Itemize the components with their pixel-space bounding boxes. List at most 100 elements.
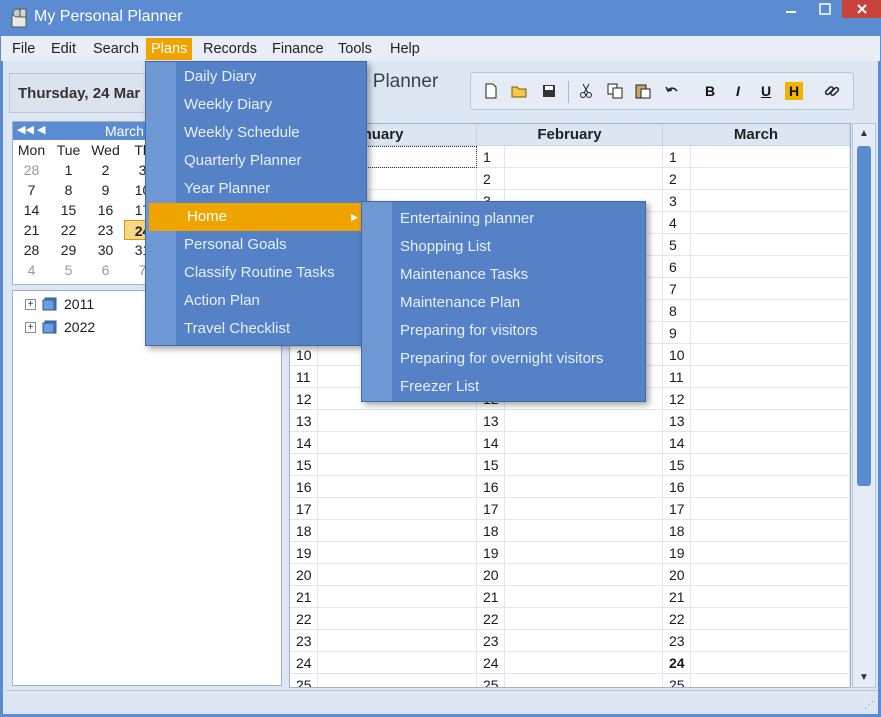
highlight-button[interactable]: H <box>785 82 803 100</box>
calendar-day[interactable]: 8 <box>50 180 87 200</box>
day-entry-cell[interactable] <box>691 454 850 476</box>
italic-button[interactable]: I <box>727 80 749 102</box>
undo-button[interactable] <box>661 80 683 102</box>
day-entry-cell[interactable] <box>318 542 477 564</box>
day-entry-cell[interactable] <box>318 454 477 476</box>
plans-menu-item[interactable]: Personal Goals <box>146 231 366 259</box>
tree-item-2011[interactable]: + 2011 <box>25 294 94 314</box>
day-entry-cell[interactable] <box>691 388 850 410</box>
day-entry-cell[interactable] <box>691 586 850 608</box>
day-entry-cell[interactable] <box>691 278 850 300</box>
home-menu-item[interactable]: Preparing for overnight visitors <box>362 345 645 373</box>
menu-search[interactable]: Search <box>88 38 144 60</box>
previous-month-icon[interactable]: ◀ <box>37 123 45 136</box>
plans-menu-item[interactable]: Travel Checklist <box>146 315 366 343</box>
plans-menu-item[interactable]: Home ▶ <box>149 203 366 231</box>
day-entry-cell[interactable] <box>691 168 850 190</box>
menu-records[interactable]: Records <box>198 38 262 60</box>
scroll-thumb[interactable] <box>857 146 871 486</box>
day-entry-cell[interactable] <box>505 630 663 652</box>
calendar-day[interactable]: 28 <box>13 240 50 260</box>
calendar-day[interactable]: 1 <box>50 160 87 180</box>
calendar-day[interactable]: 28 <box>13 160 50 180</box>
expand-icon[interactable]: + <box>25 321 36 333</box>
menu-file[interactable]: File <box>7 38 40 60</box>
calendar-day[interactable]: 2 <box>87 160 124 180</box>
new-button[interactable] <box>480 80 502 102</box>
menu-finance[interactable]: Finance <box>267 38 329 60</box>
menu-edit[interactable]: Edit <box>46 38 81 60</box>
day-entry-cell[interactable] <box>505 564 663 586</box>
day-entry-cell[interactable] <box>505 586 663 608</box>
day-entry-cell[interactable] <box>691 608 850 630</box>
day-entry-cell[interactable] <box>691 674 850 687</box>
day-entry-cell[interactable] <box>505 168 663 190</box>
save-button[interactable] <box>538 80 560 102</box>
day-entry-cell[interactable] <box>691 520 850 542</box>
plans-menu-item[interactable]: Classify Routine Tasks <box>146 259 366 287</box>
day-entry-cell[interactable] <box>691 542 850 564</box>
day-entry-cell[interactable] <box>505 608 663 630</box>
day-entry-cell[interactable] <box>691 564 850 586</box>
plans-menu-item[interactable]: Year Planner <box>146 175 366 203</box>
day-entry-cell[interactable] <box>505 674 663 687</box>
vertical-scrollbar[interactable]: ▲ ▼ <box>852 123 876 688</box>
day-entry-cell[interactable] <box>691 366 850 388</box>
calendar-day[interactable]: 16 <box>87 200 124 220</box>
plans-menu-item[interactable]: Daily Diary <box>146 63 366 91</box>
menu-plans[interactable]: Plans <box>146 38 193 60</box>
plans-menu-item[interactable]: Weekly Diary <box>146 91 366 119</box>
day-entry-cell[interactable] <box>691 322 850 344</box>
day-entry-cell[interactable] <box>691 652 850 674</box>
day-entry-cell[interactable] <box>318 674 477 687</box>
calendar-day[interactable]: 4 <box>13 260 50 280</box>
home-menu-item[interactable]: Maintenance Plan <box>362 289 645 317</box>
resize-grip-icon[interactable]: ⋰ <box>864 700 876 712</box>
calendar-day[interactable]: 6 <box>87 260 124 280</box>
calendar-day[interactable]: 21 <box>13 220 50 240</box>
day-entry-cell[interactable] <box>318 630 477 652</box>
day-entry-cell[interactable] <box>318 608 477 630</box>
home-menu-item[interactable]: Entertaining planner <box>362 205 645 233</box>
calendar-day[interactable]: 7 <box>13 180 50 200</box>
day-entry-cell[interactable] <box>505 520 663 542</box>
previous-year-icon[interactable]: ◀◀ <box>17 123 34 136</box>
day-entry-cell[interactable] <box>691 256 850 278</box>
day-entry-cell[interactable] <box>318 652 477 674</box>
day-entry-cell[interactable] <box>318 410 477 432</box>
day-entry-cell[interactable] <box>691 212 850 234</box>
day-entry-cell[interactable] <box>505 432 663 454</box>
menu-help[interactable]: Help <box>385 38 425 60</box>
day-entry-cell[interactable] <box>505 498 663 520</box>
bold-button[interactable]: B <box>699 80 721 102</box>
home-menu-item[interactable]: Maintenance Tasks <box>362 261 645 289</box>
home-menu-item[interactable]: Shopping List <box>362 233 645 261</box>
day-entry-cell[interactable] <box>691 498 850 520</box>
day-entry-cell[interactable] <box>505 146 663 168</box>
day-entry-cell[interactable] <box>691 344 850 366</box>
day-entry-cell[interactable] <box>691 146 850 168</box>
maximize-button[interactable] <box>810 0 840 18</box>
copy-button[interactable] <box>604 80 626 102</box>
calendar-day[interactable]: 9 <box>87 180 124 200</box>
calendar-day[interactable]: 30 <box>87 240 124 260</box>
day-entry-cell[interactable] <box>318 498 477 520</box>
link-button[interactable] <box>821 80 843 102</box>
cut-button[interactable] <box>575 80 597 102</box>
plans-menu-item[interactable]: Action Plan <box>146 287 366 315</box>
calendar-day[interactable]: 15 <box>50 200 87 220</box>
scroll-up-icon[interactable]: ▲ <box>859 128 869 139</box>
day-entry-cell[interactable] <box>318 520 477 542</box>
home-menu-item[interactable]: Freezer List <box>362 373 645 401</box>
calendar-day[interactable]: 5 <box>50 260 87 280</box>
calendar-day[interactable]: 14 <box>13 200 50 220</box>
calendar-day[interactable]: 29 <box>50 240 87 260</box>
day-entry-cell[interactable] <box>691 234 850 256</box>
expand-icon[interactable]: + <box>25 298 36 310</box>
scroll-down-icon[interactable]: ▼ <box>859 672 869 683</box>
day-entry-cell[interactable] <box>505 476 663 498</box>
day-entry-cell[interactable] <box>505 542 663 564</box>
calendar-day[interactable]: 23 <box>87 220 124 240</box>
underline-button[interactable]: U <box>755 80 777 102</box>
day-entry-cell[interactable] <box>691 630 850 652</box>
